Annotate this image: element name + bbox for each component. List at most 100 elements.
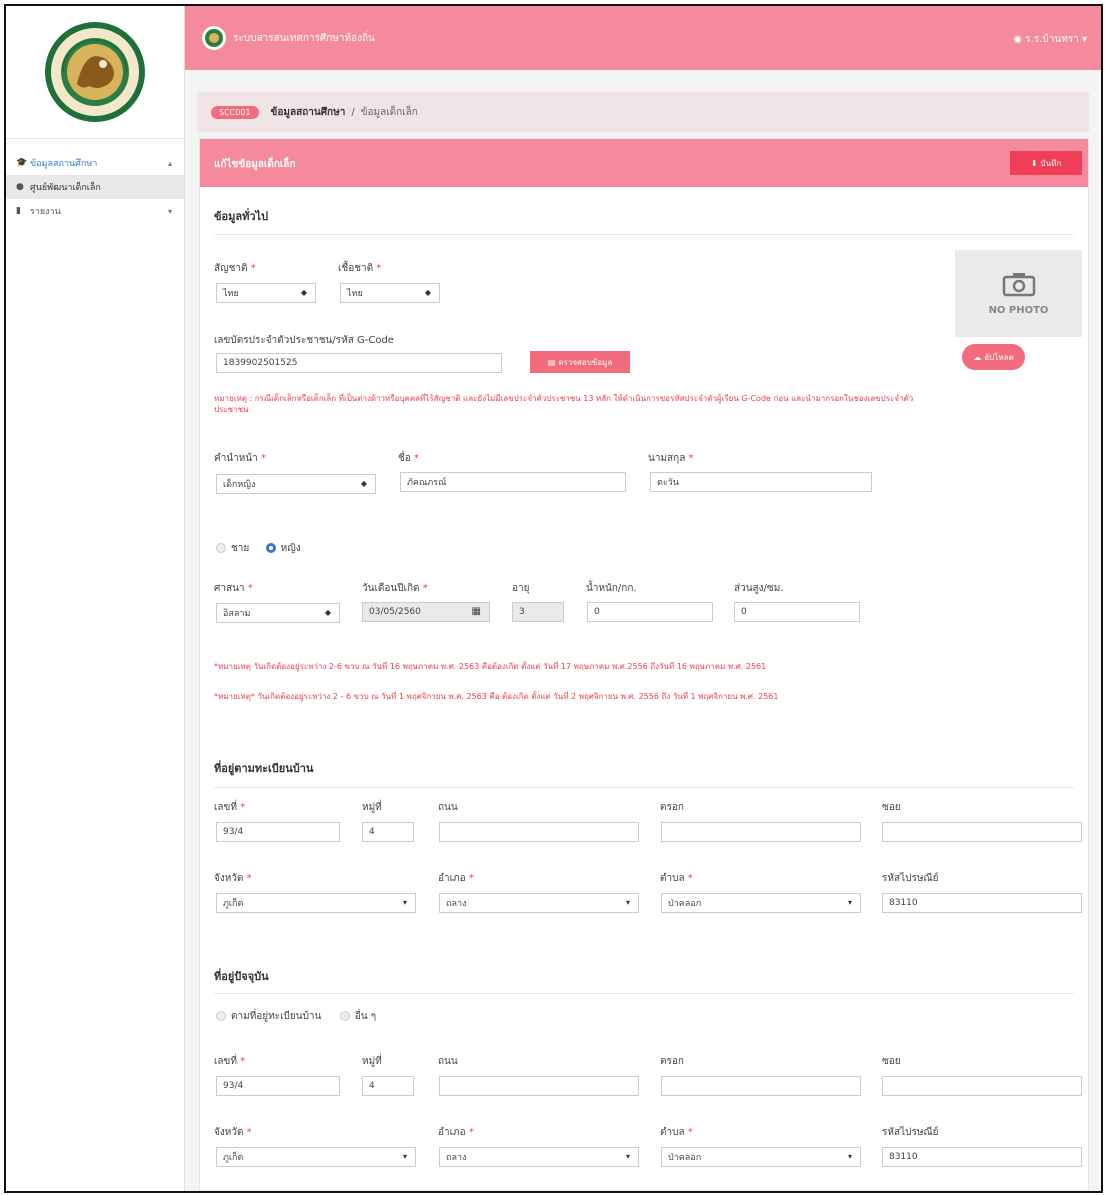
cur-postcode-input[interactable]: 83110 [882, 1147, 1082, 1167]
file-icon: ▮ [16, 206, 21, 216]
select-arrow-icon: ▾ [847, 898, 852, 907]
gender-radio-group: ชาย หญิง [216, 541, 301, 556]
reg-soi-input[interactable] [882, 822, 1082, 842]
reg-postcode-input[interactable]: 83110 [882, 893, 1082, 913]
age-label: อายุ [512, 583, 530, 594]
save-icon: ⬇ [1030, 158, 1038, 168]
firstname-label: ชื่อ * [398, 453, 419, 464]
check-data-button[interactable]: ▤ ตรวจสอบข้อมูล [530, 351, 630, 373]
select-arrow-icon: ◆ [324, 608, 331, 617]
logo-area [6, 6, 184, 139]
weight-input[interactable]: 0 [587, 602, 713, 622]
reg-district-select[interactable]: ถลาง ▾ [439, 893, 639, 913]
reg-no-input[interactable]: 93/4 [216, 822, 340, 842]
cur-moo-input[interactable]: 4 [362, 1076, 414, 1096]
cur-alley-input[interactable] [661, 1076, 861, 1096]
weight-label: น้ำหนัก/กก. [586, 583, 637, 594]
breadcrumb-main[interactable]: ข้อมูลสถานศึกษา [271, 105, 346, 120]
other-address-radio[interactable]: อื่น ๆ [339, 1011, 376, 1022]
reg-road-input[interactable] [439, 822, 639, 842]
nationality-select[interactable]: ไทย ◆ [216, 283, 316, 303]
cur-no-input[interactable]: 93/4 [216, 1076, 340, 1096]
radio-icon [339, 1011, 350, 1021]
birthdate-label: วันเดือนปีเกิด * [362, 583, 428, 594]
sidebar-item-label: ข้อมูลสถานศึกษา [30, 159, 98, 169]
sidebar-item-school-info[interactable]: 🎓 ข้อมูลสถานศึกษา ▴ [6, 151, 184, 175]
camera-icon [1002, 273, 1035, 297]
chevron-up-icon: ▴ [167, 158, 172, 168]
religion-select[interactable]: อิสลาม ◆ [216, 603, 340, 623]
firstname-input[interactable]: ภัคณภรณ์ [400, 472, 626, 492]
birthdate-input[interactable]: 03/05/2560 ▦ [362, 602, 490, 622]
gender-female-radio[interactable]: หญิง [265, 543, 301, 554]
cur-address-radio-group: ตามที่อยู่ทะเบียนบ้าน อื่น ๆ [216, 1009, 376, 1024]
race-label: เชื้อชาติ * [338, 263, 382, 274]
race-select[interactable]: ไทย ◆ [340, 283, 440, 303]
brand-logo-icon [202, 26, 226, 50]
brand[interactable]: ระบบสารสนเทศการศึกษาท้องถิ่น [201, 25, 375, 51]
reg-subdistrict-select[interactable]: ป่าคลอก ▾ [661, 893, 861, 913]
cur-province-select[interactable]: ภูเก็ต ▾ [216, 1147, 416, 1167]
user-menu[interactable]: ◉ ร.ร.บ้านทรา ▾ [1013, 32, 1087, 47]
no-photo-text: NO PHOTO [988, 305, 1049, 316]
reg-district-label: อำเภอ * [438, 873, 474, 884]
select-arrow-icon: ▾ [625, 898, 630, 907]
reg-road-label: ถนน [438, 802, 458, 813]
graduation-cap-icon: 🎓 [16, 158, 28, 168]
cur-district-select[interactable]: ถลาง ▾ [439, 1147, 639, 1167]
reg-province-label: จังหวัด * [214, 873, 252, 884]
id-input[interactable]: 1839902501525 [216, 353, 502, 373]
id-note: หมายเหตุ : กรณีเด็กเล็กหรือเด็กเล็ก ที่เ… [214, 394, 914, 414]
reg-moo-label: หมู่ที่ [362, 802, 382, 813]
sidebar: 🎓 ข้อมูลสถานศึกษา ▴ ● ศูนย์พัฒนาเด็กเล็ก… [6, 6, 185, 1191]
calendar-icon[interactable]: ▦ [472, 606, 481, 617]
reg-no-label: เลขที่ * [214, 802, 246, 813]
cur-soi-input[interactable] [882, 1076, 1082, 1096]
cur-district-label: อำเภอ * [438, 1127, 474, 1138]
radio-checked-icon [265, 543, 276, 553]
caret-down-icon: ▾ [1081, 34, 1087, 45]
cur-postcode-label: รหัสไปรษณีย์ [882, 1127, 939, 1138]
list-icon: ▤ [547, 357, 556, 367]
select-arrow-icon: ◆ [300, 288, 307, 297]
prefix-select[interactable]: เด็กหญิง ◆ [216, 474, 376, 494]
reg-province-select[interactable]: ภูเก็ต ▾ [216, 893, 416, 913]
app-frame: 🎓 ข้อมูลสถานศึกษา ▴ ● ศูนย์พัฒนาเด็กเล็ก… [4, 4, 1103, 1193]
user-icon: ◉ [1013, 34, 1023, 45]
select-arrow-icon: ◆ [424, 288, 431, 297]
reg-alley-input[interactable] [661, 822, 861, 842]
select-arrow-icon: ◆ [360, 479, 367, 488]
reg-moo-input[interactable]: 4 [362, 822, 414, 842]
save-button[interactable]: ⬇ บันทึก [1010, 151, 1082, 175]
cur-road-input[interactable] [439, 1076, 639, 1096]
page-code-badge: SCC001 [211, 105, 259, 119]
cur-moo-label: หมู่ที่ [362, 1056, 382, 1067]
cur-no-label: เลขที่ * [214, 1056, 246, 1067]
reg-address-section-title: ที่อยู่ตามทะเบียนบ้าน [214, 762, 314, 775]
select-arrow-icon: ▾ [402, 898, 407, 907]
birthdate-note-2: *หมายเหตุ* วันเกิดต้องอยู่ระหว่าง 2 - 6 … [214, 692, 779, 701]
edit-child-card: แก้ไขข้อมูลเด็กเล็ก ⬇ บันทึก ข้อมูลทั่วไ… [199, 138, 1089, 1191]
cur-province-label: จังหวัด * [214, 1127, 252, 1138]
check-data-label: ตรวจสอบข้อมูล [558, 357, 613, 367]
age-input: 3 [512, 602, 564, 622]
same-as-reg-radio[interactable]: ตามที่อยู่ทะเบียนบ้าน [216, 1011, 321, 1022]
divider [214, 787, 1074, 788]
cur-subdistrict-label: ตำบล * [660, 1127, 693, 1138]
reg-alley-label: ตรอก [660, 802, 684, 813]
prefix-label: คำนำหน้า * [214, 453, 266, 464]
sidebar-item-child-center[interactable]: ● ศูนย์พัฒนาเด็กเล็ก [6, 175, 184, 199]
cur-subdistrict-select[interactable]: ป่าคลอก ▾ [661, 1147, 861, 1167]
sidebar-item-report[interactable]: ▮ รายงาน ▾ [6, 199, 184, 223]
lastname-input[interactable]: ตะวัน [650, 472, 872, 492]
upload-photo-button[interactable]: ☁ อัปโหลด [962, 344, 1025, 370]
breadcrumb-separator: / [351, 106, 355, 118]
nationality-label: สัญชาติ * [214, 263, 256, 274]
height-input[interactable]: 0 [734, 602, 860, 622]
gender-male-radio[interactable]: ชาย [216, 543, 249, 554]
select-arrow-icon: ▾ [625, 1152, 630, 1161]
select-arrow-icon: ▾ [847, 1152, 852, 1161]
photo-placeholder: NO PHOTO [955, 250, 1082, 337]
sidebar-item-label: ศูนย์พัฒนาเด็กเล็ก [30, 183, 101, 193]
divider [214, 234, 1074, 235]
